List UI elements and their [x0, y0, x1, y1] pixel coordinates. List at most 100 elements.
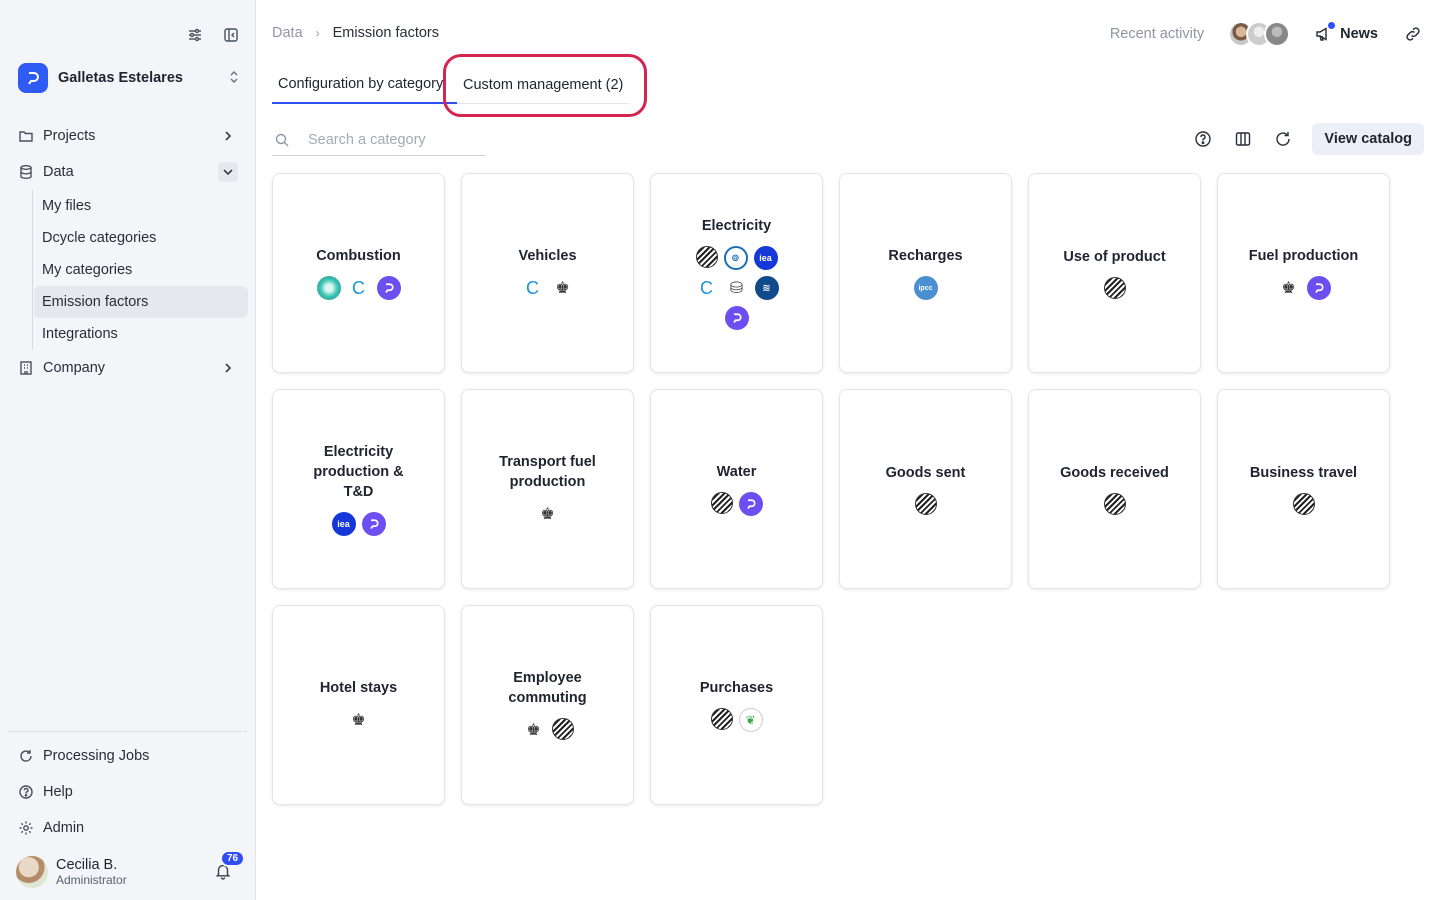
epa-logo-icon: ⊚	[723, 246, 748, 270]
search-input[interactable]	[308, 131, 478, 148]
nav-processing-jobs[interactable]: Processing Jobs	[8, 738, 248, 774]
user-profile[interactable]: Cecilia B. Administrator 76	[16, 850, 246, 892]
search-icon	[274, 132, 290, 148]
building-icon	[18, 360, 34, 376]
nav-company-label: Company	[43, 360, 106, 376]
nav-projects-label: Projects	[43, 128, 96, 144]
user-role: Administrator	[56, 872, 127, 887]
view-catalog-button[interactable]: View catalog	[1312, 123, 1424, 155]
database-icon	[18, 164, 34, 180]
subnav-emission-factors[interactable]: Emission factors	[34, 286, 248, 318]
tab-configuration-by-category[interactable]: Configuration by category	[272, 66, 457, 104]
nav-data-label: Data	[43, 164, 74, 180]
help-icon	[18, 784, 34, 800]
striped-logo-icon	[551, 718, 574, 740]
category-card-title: Combustion	[316, 248, 401, 264]
striped-logo-icon	[1103, 277, 1126, 299]
tabs: Configuration by category Custom managem…	[272, 66, 630, 104]
chevron-down-icon[interactable]	[218, 162, 238, 182]
chevron-right-icon[interactable]	[218, 358, 238, 378]
category-card[interactable]: Electricity production & T&D iea	[272, 389, 445, 589]
category-card-title: Purchases	[699, 680, 774, 696]
subnav-dcycle-categories[interactable]: Dcycle categories	[34, 222, 248, 254]
source-logos	[1103, 493, 1126, 515]
category-card[interactable]: Vehicles C ♚	[461, 173, 634, 373]
category-card[interactable]: Electricity ⊚ iea C ⛁ ≋	[650, 173, 823, 373]
teal-logo-icon	[316, 276, 341, 300]
link-icon[interactable]	[1404, 25, 1422, 43]
category-card[interactable]: Goods received	[1028, 389, 1201, 589]
striped-logo-icon	[914, 493, 937, 515]
user-text: Cecilia B. Administrator	[56, 857, 214, 888]
tab-custom-management[interactable]: Custom management (2)	[457, 66, 629, 104]
nav-admin[interactable]: Admin	[8, 810, 248, 846]
striped-logo-icon	[710, 708, 733, 730]
category-card[interactable]: Water	[650, 389, 823, 589]
collaborator-avatars[interactable]	[1228, 21, 1291, 47]
category-card[interactable]: Employee commuting ♚	[461, 605, 634, 805]
category-card[interactable]: Fuel production ♚	[1217, 173, 1390, 373]
category-card[interactable]: Purchases ❦	[650, 605, 823, 805]
category-card[interactable]: Use of product	[1028, 173, 1201, 373]
help-icon[interactable]	[1194, 130, 1212, 148]
category-grid: Combustion C Vehicles C ♚ Electricity ⊚ iea C ⛁ ≋ R…	[272, 173, 1390, 805]
ipcc-logo-icon: ipcc	[913, 276, 938, 300]
main-content: Data › Emission factors Recent activity …	[256, 0, 1440, 900]
dcycle-logo-icon	[376, 276, 401, 300]
collapse-sidebar-icon[interactable]	[222, 26, 240, 44]
category-card-title: Goods sent	[885, 465, 966, 481]
cibse-logo-icon: C	[694, 276, 719, 300]
notifications-button[interactable]: 76	[214, 850, 246, 884]
bell-icon	[214, 864, 232, 884]
gear-icon	[18, 820, 34, 836]
sliders-icon[interactable]	[186, 26, 204, 44]
breadcrumb-current: Emission factors	[332, 25, 440, 41]
chevron-right-icon[interactable]	[218, 126, 238, 146]
nav-data[interactable]: Data	[8, 154, 248, 190]
crest-logo-icon: ♚	[555, 280, 570, 297]
category-card[interactable]: Business travel	[1217, 389, 1390, 589]
nav-company[interactable]: Company	[8, 350, 248, 386]
leaf-logo-icon: ❦	[738, 708, 763, 732]
refresh-icon	[18, 748, 34, 764]
iea-logo-icon: iea	[331, 512, 356, 536]
nav-projects[interactable]: Projects	[8, 118, 248, 154]
crest-logo-icon: ♚	[526, 722, 541, 739]
topbar: Recent activity News	[1110, 20, 1422, 48]
category-card[interactable]: Combustion C	[272, 173, 445, 373]
main-nav: Projects Data My files Dcycle categories…	[8, 118, 248, 386]
nav-processing-jobs-label: Processing Jobs	[43, 748, 150, 764]
search-bar	[272, 124, 486, 156]
source-logos: ♚	[536, 502, 560, 526]
nav-help[interactable]: Help	[8, 774, 248, 810]
source-logos	[1103, 277, 1126, 299]
subnav-my-files[interactable]: My files	[34, 190, 248, 222]
org-name: Galletas Estelares	[58, 70, 183, 86]
chevron-updown-icon	[228, 70, 240, 87]
category-card[interactable]: Hotel stays ♚	[272, 605, 445, 805]
wave-logo-icon: ≋	[754, 276, 779, 300]
breadcrumb-data[interactable]: Data	[272, 25, 303, 41]
source-logos: ♚	[522, 718, 574, 742]
dcycle-logo-icon	[361, 512, 386, 536]
source-logos: ❦	[710, 708, 763, 732]
category-card[interactable]: Recharges ipcc	[839, 173, 1012, 373]
news-indicator	[1328, 22, 1336, 29]
bottom-nav: Processing Jobs Help Admin	[8, 738, 248, 846]
category-card[interactable]: Goods sent	[839, 389, 1012, 589]
subnav-my-categories[interactable]: My categories	[34, 254, 248, 286]
refresh-icon[interactable]	[1274, 130, 1292, 148]
sidebar-divider	[8, 731, 247, 732]
org-switcher[interactable]: Galletas Estelares	[18, 62, 240, 94]
source-logos: iea	[331, 512, 386, 536]
source-logos: C ♚	[520, 276, 575, 300]
subnav-integrations[interactable]: Integrations	[34, 318, 248, 350]
megaphone-icon	[1314, 22, 1336, 43]
recent-activity-link[interactable]: Recent activity	[1110, 26, 1204, 42]
category-card-title: Use of product	[1063, 249, 1166, 265]
category-card-title: Transport fuel production	[499, 454, 596, 490]
news-button[interactable]: News	[1314, 22, 1378, 43]
category-card[interactable]: Transport fuel production ♚	[461, 389, 634, 589]
category-card-title: Goods received	[1060, 465, 1169, 481]
columns-icon[interactable]	[1234, 130, 1252, 148]
